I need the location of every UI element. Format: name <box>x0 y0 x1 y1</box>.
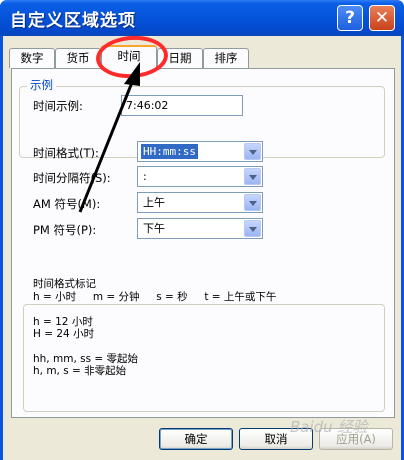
chevron-down-icon[interactable] <box>244 194 261 211</box>
dialog-window: 自定义区域选项 ? ✕ 数字 货币 时间 日期 排序 示例 时间示例: 7:46… <box>0 0 404 460</box>
time-separator-label: 时间分隔符(S): <box>33 171 111 185</box>
time-format-value: HH:mm:ss <box>141 144 198 159</box>
dialog-body: 数字 货币 时间 日期 排序 示例 时间示例: 7:46:02 时间格式(T):… <box>3 36 401 460</box>
time-separator-select[interactable]: : <box>137 166 263 187</box>
chevron-down-icon[interactable] <box>244 220 261 237</box>
pm-symbol-label: PM 符号(P): <box>33 223 97 237</box>
ok-button[interactable]: 确定 <box>159 428 233 450</box>
notes-line: H = 24 小时 <box>33 328 95 340</box>
chevron-down-icon[interactable] <box>244 143 261 160</box>
window-title: 自定义区域选项 <box>10 11 136 31</box>
notes-line: h = 小时 m = 分钟 s = 秒 t = 上午或下午 <box>33 291 277 303</box>
tab-sort[interactable]: 排序 <box>203 48 249 68</box>
title-bar[interactable]: 自定义区域选项 ? ✕ <box>0 0 404 36</box>
notes-line: h, m, s = 非零起始 <box>33 365 127 377</box>
chevron-down-icon[interactable] <box>244 168 261 185</box>
sample-textbox: 7:46:02 <box>121 95 243 116</box>
time-separator-value: : <box>143 170 147 183</box>
pm-symbol-value: 下午 <box>143 222 165 235</box>
sample-label: 时间示例: <box>33 99 83 113</box>
am-symbol-label: AM 符号(M): <box>33 197 101 211</box>
am-symbol-select[interactable]: 上午 <box>137 192 263 213</box>
am-symbol-value: 上午 <box>143 196 165 209</box>
time-format-select[interactable]: HH:mm:ss <box>137 141 263 162</box>
help-icon[interactable]: ? <box>337 5 363 31</box>
tab-currency[interactable]: 货币 <box>55 48 101 68</box>
watermark: Baidu 经验 <box>290 418 368 436</box>
tab-number[interactable]: 数字 <box>9 48 55 68</box>
pm-symbol-select[interactable]: 下午 <box>137 218 263 239</box>
close-icon[interactable]: ✕ <box>369 5 395 31</box>
time-format-label: 时间格式(T): <box>33 146 99 160</box>
sample-group-title: 示例 <box>27 77 56 93</box>
